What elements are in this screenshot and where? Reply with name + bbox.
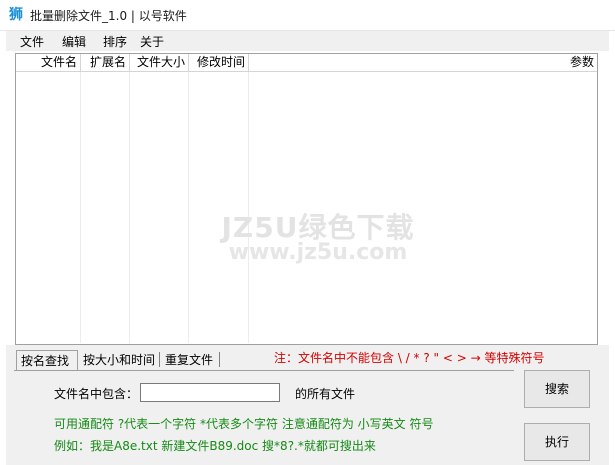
- wildcard-hint: 可用通配符 ?代表一个字符 *代表多个字符 注意通配符为 小写英文 符号: [54, 417, 434, 431]
- tab-by-name[interactable]: 按名查找: [16, 350, 78, 370]
- example-hint: 例如：我是A8e.txt 新建文件B89.doc 搜*8?.*就都可搜出来: [54, 439, 376, 453]
- list-header: 文件名 扩展名 文件大小 修改时间 参数: [16, 54, 597, 72]
- menu-about[interactable]: 关于: [140, 33, 164, 50]
- contains-label: 文件名中包含：: [54, 387, 139, 401]
- search-panel: 按名查找 按大小和时间 重复文件 注：文件名中不能包含 \ / * ? " < …: [6, 345, 609, 465]
- tab-by-size-time[interactable]: 按大小和时间: [79, 350, 159, 370]
- menu-bar: 文件 编辑 排序 关于: [6, 31, 609, 51]
- search-button[interactable]: 搜索: [524, 370, 590, 408]
- column-filename[interactable]: 文件名: [16, 54, 81, 71]
- all-files-label: 的所有文件: [295, 387, 356, 401]
- menu-edit[interactable]: 编辑: [62, 33, 86, 50]
- filename-contains-input[interactable]: [140, 383, 280, 402]
- column-modified-time[interactable]: 修改时间: [189, 54, 249, 71]
- file-list[interactable]: 文件名 扩展名 文件大小 修改时间 参数: [15, 53, 598, 345]
- title-bar: 狮 批量删除文件_1.0 | 以号软件: [0, 0, 615, 31]
- window-title: 批量删除文件_1.0 | 以号软件: [30, 9, 187, 23]
- column-filesize[interactable]: 文件大小: [130, 54, 189, 71]
- app-logo-icon: 狮: [9, 7, 23, 23]
- warning-note: 注：文件名中不能包含 \ / * ? " < > → 等特殊符号: [274, 351, 545, 365]
- execute-button[interactable]: 执行: [524, 423, 590, 461]
- watermark-url: www.jz5u.com: [228, 240, 408, 265]
- column-extension[interactable]: 扩展名: [81, 54, 130, 71]
- tab-duplicates[interactable]: 重复文件: [161, 350, 219, 370]
- menu-file[interactable]: 文件: [20, 33, 44, 50]
- menu-sort[interactable]: 排序: [103, 33, 127, 50]
- column-params[interactable]: 参数: [249, 54, 597, 71]
